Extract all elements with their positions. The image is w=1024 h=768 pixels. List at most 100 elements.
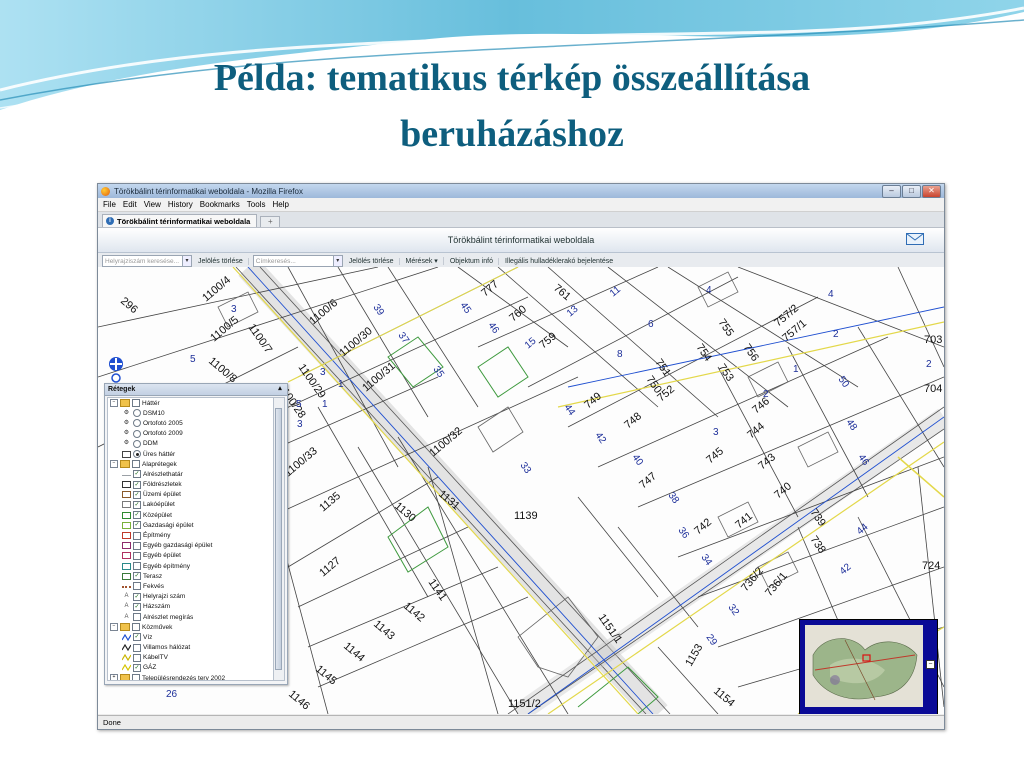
- layer-item[interactable]: ✓ Alrészlethatár: [108, 469, 274, 479]
- overview-minimap[interactable]: –: [799, 619, 938, 714]
- measurements-menu[interactable]: Mérések ▾: [404, 257, 444, 265]
- layer-checkbox[interactable]: [133, 653, 141, 662]
- layer-item[interactable]: Egyéb épület: [108, 551, 274, 561]
- layer-group[interactable]: + Településrendezés terv 2002: [108, 673, 274, 680]
- maximize-button[interactable]: □: [902, 185, 921, 198]
- group-checkbox[interactable]: [132, 674, 140, 680]
- layer-item[interactable]: A Alrészlet megírás: [108, 612, 274, 622]
- layer-group[interactable]: − Közművek: [108, 622, 274, 632]
- layer-radio[interactable]: [133, 429, 141, 438]
- layer-item[interactable]: Egyéb építmény: [108, 561, 274, 571]
- layer-checkbox[interactable]: ✓: [133, 480, 141, 489]
- envelope-icon[interactable]: [906, 233, 924, 245]
- layer-checkbox[interactable]: ✓: [133, 633, 141, 642]
- layer-checkbox[interactable]: ✓: [133, 490, 141, 499]
- map-canvas[interactable]: 1100/4 1100/5 1100/7 1100/6 1100/30 1100…: [98, 267, 944, 714]
- layer-item[interactable]: A ✓ Házszám: [108, 602, 274, 612]
- report-dumping-button[interactable]: Illegális hulladéklerakó bejelentése: [503, 258, 618, 265]
- layer-checkbox[interactable]: [133, 643, 141, 652]
- layer-radio[interactable]: [133, 439, 141, 448]
- layer-checkbox[interactable]: ✓: [133, 500, 141, 509]
- collapse-icon[interactable]: ▴: [276, 385, 284, 393]
- chevron-down-icon[interactable]: ▾: [332, 256, 342, 266]
- house-number: 37: [396, 330, 412, 346]
- layer-radio[interactable]: [133, 419, 141, 428]
- layer-item[interactable]: Üres háttér: [108, 449, 274, 459]
- layer-item[interactable]: ✓ Középület: [108, 510, 274, 520]
- chevron-down-icon[interactable]: ▾: [182, 256, 191, 266]
- layer-group[interactable]: − Alaprétegek: [108, 459, 274, 469]
- menu-file[interactable]: File: [103, 200, 116, 209]
- expand-toggle-icon[interactable]: +: [110, 674, 118, 680]
- app-header: Törökbálint térinformatikai weboldala: [98, 228, 944, 253]
- layer-checkbox[interactable]: ✓: [133, 663, 141, 672]
- layer-item[interactable]: ✓ Gazdasági épület: [108, 520, 274, 530]
- layer-item[interactable]: KábelTV: [108, 653, 274, 663]
- layer-label: Fekvés: [143, 582, 164, 590]
- close-button[interactable]: ✕: [922, 185, 941, 198]
- address-search-input[interactable]: Címkeresés... ▾: [252, 255, 343, 267]
- layer-item[interactable]: ✓ Üzemi épület: [108, 490, 274, 500]
- layer-checkbox[interactable]: ✓: [133, 572, 141, 581]
- layer-checkbox[interactable]: [133, 582, 141, 591]
- house-number: 15: [523, 335, 539, 351]
- house-number: 40: [630, 452, 646, 468]
- layer-checkbox[interactable]: [133, 531, 141, 540]
- menu-help[interactable]: Help: [272, 200, 288, 209]
- layer-checkbox[interactable]: ✓: [133, 521, 141, 530]
- minimap-toggle-button[interactable]: –: [926, 660, 935, 669]
- expand-toggle-icon[interactable]: −: [110, 460, 118, 469]
- layer-item[interactable]: Fekvés: [108, 581, 274, 591]
- group-checkbox[interactable]: [132, 623, 140, 632]
- layer-item[interactable]: Építmény: [108, 530, 274, 540]
- layer-group[interactable]: − Háttér: [108, 398, 274, 408]
- layer-item[interactable]: Villamos hálózat: [108, 643, 274, 653]
- layer-item[interactable]: ✓ GÁZ: [108, 663, 274, 673]
- layer-item[interactable]: ⚙ Ortofotó 2009: [108, 429, 274, 439]
- tab-active[interactable]: i Törökbálint térinformatikai weboldala: [102, 214, 258, 227]
- group-checkbox[interactable]: [132, 399, 140, 408]
- legend-network-icon: [121, 643, 132, 652]
- layer-item[interactable]: Egyéb gazdasági épület: [108, 541, 274, 551]
- menu-bar: File Edit View History Bookmarks Tools H…: [98, 198, 944, 212]
- layer-item[interactable]: ⚙ DDM: [108, 439, 274, 449]
- layer-checkbox[interactable]: ✓: [133, 470, 141, 479]
- layer-radio[interactable]: [133, 450, 141, 459]
- house-number: 44: [562, 402, 578, 418]
- group-checkbox[interactable]: [132, 460, 140, 469]
- layer-checkbox[interactable]: [133, 613, 141, 622]
- scrollbar-thumb[interactable]: [275, 408, 282, 670]
- menu-tools[interactable]: Tools: [247, 200, 266, 209]
- layer-tree-scrollbar[interactable]: [273, 397, 285, 681]
- expand-toggle-icon[interactable]: −: [110, 623, 118, 632]
- layer-checkbox[interactable]: [133, 541, 141, 550]
- layer-radio[interactable]: [133, 409, 141, 418]
- layer-item[interactable]: ✓ Földrészletek: [108, 480, 274, 490]
- layer-item[interactable]: ✓ Lakóépület: [108, 500, 274, 510]
- menu-bookmarks[interactable]: Bookmarks: [200, 200, 240, 209]
- object-info-button[interactable]: Objektum infó: [448, 257, 499, 265]
- layer-item[interactable]: ✓ Víz: [108, 632, 274, 642]
- layer-checkbox[interactable]: [133, 562, 141, 571]
- layer-item[interactable]: A ✓ Helyrajzi szám: [108, 592, 274, 602]
- layers-panel-header: Rétegek ▴: [105, 384, 287, 396]
- clear-marking-button-2[interactable]: Jelölés törlése: [347, 257, 400, 265]
- clear-marking-button-1[interactable]: Jelölés törlése: [196, 257, 249, 265]
- parcel-search-input[interactable]: Helyrajziszám keresése... ▾: [102, 255, 192, 267]
- layer-checkbox[interactable]: ✓: [133, 511, 141, 520]
- layer-item[interactable]: ⚙ DSM10: [108, 408, 274, 418]
- expand-toggle-icon[interactable]: −: [110, 399, 118, 408]
- layer-checkbox[interactable]: ✓: [133, 602, 141, 611]
- legend-line-icon: [122, 472, 131, 477]
- layer-item[interactable]: ⚙ Ortofotó 2005: [108, 418, 274, 428]
- new-tab-button[interactable]: +: [260, 216, 281, 227]
- menu-edit[interactable]: Edit: [123, 200, 137, 209]
- minimize-button[interactable]: –: [882, 185, 901, 198]
- layer-checkbox[interactable]: [133, 551, 141, 560]
- menu-view[interactable]: View: [144, 200, 161, 209]
- layer-checkbox[interactable]: ✓: [133, 592, 141, 601]
- parcel-label: 755: [716, 317, 736, 339]
- menu-history[interactable]: History: [168, 200, 193, 209]
- parcel-label: 760: [507, 303, 529, 324]
- layer-item[interactable]: ✓ Terasz: [108, 571, 274, 581]
